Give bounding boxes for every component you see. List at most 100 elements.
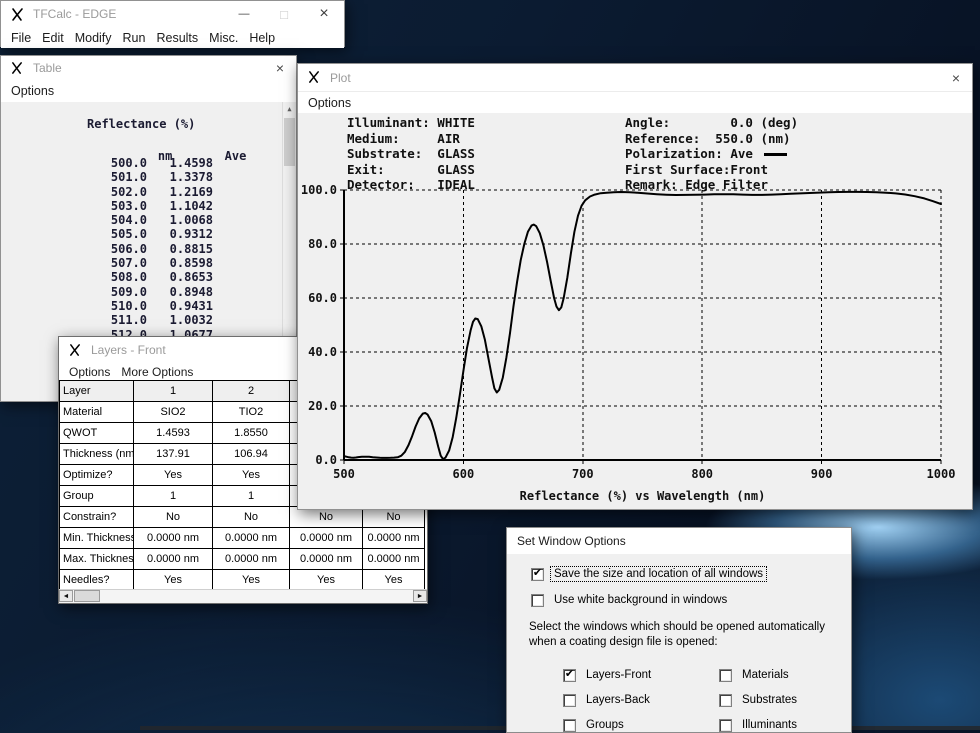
plot-content: Illuminant: WHITEMedium: AIRSubstrate: G…	[298, 113, 972, 509]
menu-item-misc[interactable]: Misc.	[209, 31, 238, 45]
table-row: 505.00.9312	[1, 227, 213, 241]
menu-item-results[interactable]: Results	[156, 31, 198, 45]
checkbox-save-windows[interactable]: ✔	[531, 568, 544, 581]
layers-cell[interactable]: SIO2	[134, 402, 213, 423]
layers-cell[interactable]: 0.0000 nm	[134, 549, 213, 570]
checkbox-label-substrates: Substrates	[739, 693, 800, 707]
layers-cell[interactable]: 0.0000 nm	[213, 549, 290, 570]
table-window-title: Table	[33, 61, 62, 75]
menu-options[interactable]: Options	[308, 96, 351, 110]
checkbox-substrates[interactable]	[719, 694, 732, 707]
menu-item-file[interactable]: File	[11, 31, 31, 45]
layers-cell[interactable]: 0.0000 nm	[290, 528, 363, 549]
close-icon[interactable]: ×	[304, 5, 344, 23]
layers-cell[interactable]: 106.94	[213, 444, 290, 465]
layers-row-label: Layer	[60, 381, 134, 402]
checkbox-label-materials: Materials	[739, 668, 792, 682]
checkbox-label-white-background: Use white background in windows	[551, 593, 730, 607]
layers-cell[interactable]: 1.8550	[213, 423, 290, 444]
table-row: 510.00.9431	[1, 299, 213, 313]
y-tick-label: 40.0	[308, 345, 337, 359]
layers-row: Needles?YesYesYesYes	[60, 570, 425, 591]
table-row: 508.00.8653	[1, 270, 213, 284]
layers-cell[interactable]: TIO2	[213, 402, 290, 423]
layers-cell[interactable]: 1.4593	[134, 423, 213, 444]
close-icon[interactable]: ×	[276, 60, 296, 76]
dialog-title: Set Window Options	[517, 534, 626, 548]
scrollbar-thumb[interactable]	[284, 118, 295, 166]
menu-item-more-options[interactable]: More Options	[121, 365, 193, 379]
layers-cell[interactable]: Yes	[363, 570, 425, 591]
y-tick-label: 60.0	[308, 291, 337, 305]
menu-item-edit[interactable]: Edit	[42, 31, 64, 45]
table-row: 501.01.3378	[1, 170, 213, 184]
plot-titlebar: Plot ×	[298, 64, 972, 92]
checkbox-layers-front[interactable]: ✔	[563, 669, 576, 682]
scroll-left-icon[interactable]: ◄	[59, 590, 73, 602]
layers-cell[interactable]: 2	[213, 381, 290, 402]
layers-row: Min. Thickness0.0000 nm0.0000 nm0.0000 n…	[60, 528, 425, 549]
checkbox-row-save-windows: ✔ Save the size and location of all windo…	[531, 567, 766, 581]
table-row: 509.00.8948	[1, 285, 213, 299]
table-row: 500.01.4598	[1, 156, 213, 170]
layers-cell[interactable]: 1	[134, 381, 213, 402]
layers-cell[interactable]: Yes	[213, 570, 290, 591]
menu-options[interactable]: Options	[11, 84, 54, 98]
layers-cell[interactable]: 0.0000 nm	[363, 549, 425, 570]
menu-item-options[interactable]: Options	[69, 365, 110, 379]
axis-title: Reflectance (%) vs Wavelength (nm)	[520, 489, 766, 503]
scroll-up-icon[interactable]: ▲	[283, 102, 296, 116]
layers-row-label: Group	[60, 486, 134, 507]
layers-row-label: Min. Thickness	[60, 528, 134, 549]
layers-cell[interactable]: Yes	[134, 570, 213, 591]
checkbox-row-materials: Materials	[719, 668, 792, 682]
scroll-right-icon[interactable]: ►	[413, 590, 427, 602]
dialog-description: Select the windows which should be opene…	[529, 620, 851, 650]
menu-item-help[interactable]: Help	[249, 31, 275, 45]
x-tick-label: 900	[811, 467, 833, 481]
layers-horizontal-scrollbar[interactable]: ◄ ►	[59, 589, 427, 603]
layers-cell[interactable]: 1	[213, 486, 290, 507]
layers-cell[interactable]: No	[213, 507, 290, 528]
menu-item-run[interactable]: Run	[123, 31, 146, 45]
checkbox-layers-back[interactable]	[563, 694, 576, 707]
layers-cell[interactable]: 137.91	[134, 444, 213, 465]
plot-menubar: Options	[298, 92, 972, 114]
x-tick-label: 1000	[927, 467, 956, 481]
checkbox-label-save-windows: Save the size and location of all window…	[551, 567, 766, 581]
maximize-icon[interactable]: □	[264, 7, 304, 22]
menu-item-modify[interactable]: Modify	[75, 31, 112, 45]
minimize-icon[interactable]: —	[224, 8, 264, 20]
y-tick-label: 80.0	[308, 237, 337, 251]
x-tick-label: 500	[333, 467, 355, 481]
layers-cell[interactable]: 0.0000 nm	[134, 528, 213, 549]
check-icon: ✔	[565, 669, 574, 680]
plot-window-title: Plot	[330, 71, 351, 85]
layers-cell[interactable]: 1	[134, 486, 213, 507]
layers-cell[interactable]: 0.0000 nm	[363, 528, 425, 549]
set-window-options-dialog: Set Window Options Select the windows wh…	[506, 527, 852, 733]
layers-cell[interactable]: Yes	[213, 465, 290, 486]
close-icon[interactable]: ×	[952, 70, 972, 86]
layers-cell[interactable]: 0.0000 nm	[213, 528, 290, 549]
x-tick-label: 600	[453, 467, 475, 481]
checkbox-row-substrates: Substrates	[719, 693, 800, 707]
checkbox-white-background[interactable]	[531, 594, 544, 607]
scrollbar-thumb[interactable]	[74, 590, 100, 602]
check-icon: ✔	[533, 568, 542, 579]
main-window-title: TFCalc - EDGE	[33, 7, 116, 21]
layers-cell[interactable]: 0.0000 nm	[290, 549, 363, 570]
table-menubar: Options	[1, 80, 296, 103]
checkbox-materials[interactable]	[719, 669, 732, 682]
layers-cell[interactable]: Yes	[290, 570, 363, 591]
layers-row: Max. Thickness0.0000 nm0.0000 nm0.0000 n…	[60, 549, 425, 570]
reflectance-chart: 0.020.040.060.080.0100.05006007008009001…	[298, 113, 972, 509]
main-titlebar: TFCalc - EDGE — □ ×	[1, 1, 344, 27]
table-row: 506.00.8815	[1, 242, 213, 256]
layers-cell[interactable]: No	[134, 507, 213, 528]
layers-row-label: Material	[60, 402, 134, 423]
table-row: 504.01.0068	[1, 213, 213, 227]
layers-cell[interactable]: Yes	[134, 465, 213, 486]
plot-window: Plot × Options Illuminant: WHITEMedium: …	[297, 63, 973, 510]
layers-row-label: QWOT	[60, 423, 134, 444]
